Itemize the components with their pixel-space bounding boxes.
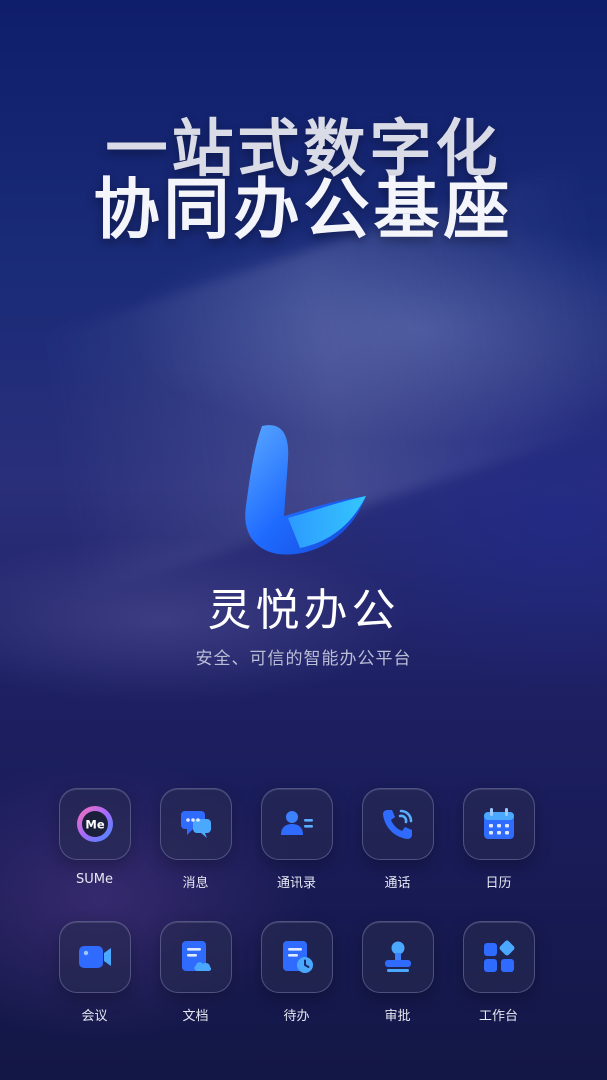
- meeting-icon: [78, 946, 111, 968]
- feature-messages[interactable]: 消息: [145, 788, 246, 891]
- feature-grid: Me SUMe 消息 通讯录 通话 日历 会议 文档 待办 审批 工作台: [44, 788, 564, 1024]
- feature-label: 通话: [384, 876, 411, 891]
- feature-label: 审批: [384, 1009, 411, 1024]
- feature-label: SUMe: [76, 872, 113, 887]
- calendar-icon: [483, 808, 514, 839]
- document-icon: [181, 941, 211, 971]
- feature-tile[interactable]: [361, 788, 434, 860]
- feature-calendar[interactable]: 日历: [448, 788, 549, 891]
- feature-tile[interactable]: [58, 921, 131, 993]
- sume-badge-text: Me: [85, 818, 104, 832]
- message-icon: [180, 811, 211, 838]
- feature-tile[interactable]: [260, 921, 333, 993]
- feature-label: 会议: [81, 1009, 108, 1024]
- feature-tile[interactable]: [462, 788, 535, 860]
- feature-sume[interactable]: Me SUMe: [44, 788, 145, 891]
- feature-tile[interactable]: Me: [58, 788, 131, 860]
- feature-workbench[interactable]: 工作台: [448, 921, 549, 1024]
- tagline: 安全、可信的智能办公平台: [195, 649, 412, 669]
- feature-contacts[interactable]: 通讯录: [246, 788, 347, 891]
- approval-icon: [384, 941, 411, 972]
- feature-label: 通讯录: [276, 876, 316, 891]
- feature-label: 日历: [485, 876, 512, 891]
- call-icon: [382, 809, 412, 839]
- feature-label: 消息: [182, 876, 209, 891]
- todo-icon: [282, 941, 313, 973]
- feature-documents[interactable]: 文档: [145, 921, 246, 1024]
- feature-todo[interactable]: 待办: [246, 921, 347, 1024]
- feature-tile[interactable]: [159, 788, 232, 860]
- workbench-icon: [483, 940, 514, 972]
- app-name: 灵悦办公: [207, 585, 400, 636]
- feature-approval[interactable]: 审批: [347, 921, 448, 1024]
- feature-label: 文档: [182, 1009, 209, 1024]
- feature-call[interactable]: 通话: [347, 788, 448, 891]
- feature-label: 待办: [283, 1009, 310, 1024]
- hero-line-2: 协同办公基座: [93, 171, 514, 248]
- contacts-icon: [280, 811, 313, 835]
- feature-meeting[interactable]: 会议: [44, 921, 145, 1024]
- feature-tile[interactable]: [260, 788, 333, 860]
- app-logo-icon: [240, 420, 370, 560]
- feature-tile[interactable]: [159, 921, 232, 993]
- feature-tile[interactable]: [361, 921, 434, 993]
- feature-tile[interactable]: [462, 921, 535, 993]
- sume-icon: Me: [76, 806, 113, 842]
- feature-label: 工作台: [478, 1009, 518, 1024]
